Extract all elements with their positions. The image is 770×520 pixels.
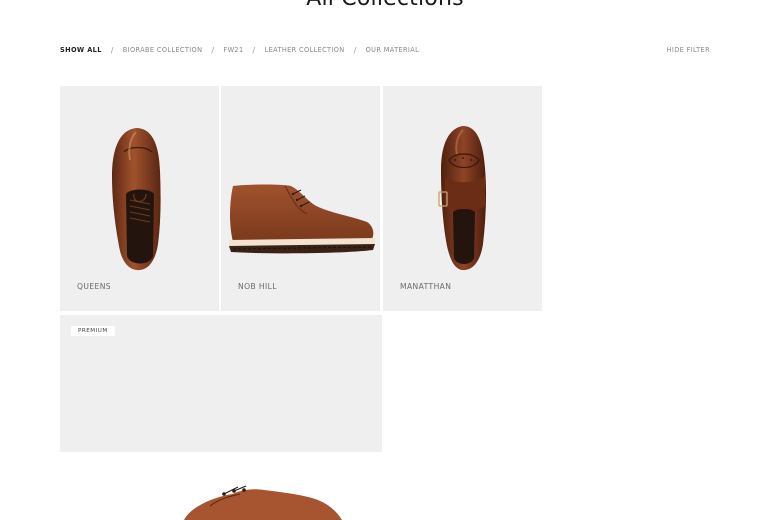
derby-shoe-top-view-icon [112, 128, 161, 271]
suede-shoe-side-view-icon[interactable] [180, 484, 350, 520]
filter-biorabe-collection[interactable]: BIORABE COLLECTION [123, 46, 203, 54]
filter-separator: / [252, 45, 256, 55]
promo-card[interactable]: PREMIUM [60, 315, 382, 452]
product-name: NOB HILL [238, 282, 277, 291]
product-card-manatthan[interactable]: MANATTHAN [383, 86, 542, 311]
monk-strap-shoe-top-view-icon [438, 126, 487, 271]
product-card-nob-hill[interactable]: NOB HILL [221, 86, 380, 311]
product-card-queens[interactable]: QUEENS [60, 86, 219, 311]
filter-our-material[interactable]: OUR MATERIAL [366, 46, 420, 54]
filter-show-all[interactable]: SHOW ALL [60, 46, 102, 54]
filter-separator: / [353, 45, 357, 55]
product-name: QUEENS [77, 282, 112, 291]
filter-separator: / [211, 45, 215, 55]
filter-bar: SHOW ALL / BIORABE COLLECTION / FW21 / L… [60, 44, 710, 56]
hide-filter-button[interactable]: HIDE FILTER [667, 46, 710, 54]
filter-separator: / [110, 45, 114, 55]
product-name: MANATTHAN [400, 282, 452, 291]
filter-leather-collection[interactable]: LEATHER COLLECTION [265, 46, 345, 54]
chukka-boot-side-view-icon [229, 184, 375, 254]
page-title: All Collections [0, 0, 770, 11]
collections-page: All Collections SHOW ALL / BIORABE COLLE… [0, 0, 770, 520]
premium-badge: PREMIUM [71, 326, 115, 336]
filter-fw21[interactable]: FW21 [223, 46, 243, 54]
